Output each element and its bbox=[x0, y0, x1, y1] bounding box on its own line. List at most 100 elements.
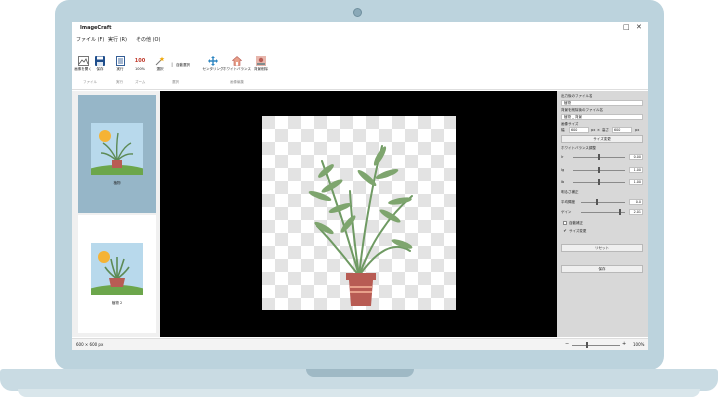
menu-other[interactable]: その他 (O) bbox=[136, 36, 160, 43]
width-label: 幅 bbox=[561, 128, 565, 132]
image-size-status: 600 × 600 px bbox=[76, 342, 104, 347]
auto-select-label: 自動選択 bbox=[176, 63, 190, 67]
average-slider-thumb[interactable] bbox=[596, 199, 598, 205]
red-slider-thumb[interactable] bbox=[598, 154, 600, 160]
green-label: Ig bbox=[561, 168, 565, 172]
centering-label: センタリング bbox=[202, 67, 224, 71]
output-filename-label: 出力後のファイル名 bbox=[561, 94, 593, 98]
background-remove-button[interactable]: 背景削除 bbox=[252, 56, 270, 72]
red-value[interactable]: 0.00 bbox=[629, 154, 643, 160]
blue-label: Ib bbox=[561, 180, 565, 184]
app-window: ImageCraft □ ✕ ファイル (F) 実行 (R) その他 (O) 画… bbox=[72, 22, 648, 350]
settings-panel: 出力後のファイル名 植物 背景を削除後のファイル名 植物 _ 背景 画像サイズ … bbox=[557, 91, 648, 337]
green-slider-thumb[interactable] bbox=[598, 167, 600, 173]
webcam bbox=[353, 8, 362, 17]
save-settings-button[interactable]: 保存 bbox=[561, 265, 643, 273]
menu-bar: ファイル (F) 実行 (R) その他 (O) bbox=[72, 35, 648, 44]
document-icon bbox=[115, 56, 125, 66]
green-slider-row: Ig 1.00 bbox=[561, 167, 643, 173]
width-input[interactable]: 600 bbox=[569, 127, 589, 133]
thumbnail-name: 植物 bbox=[113, 181, 121, 185]
maximize-button[interactable]: □ bbox=[623, 24, 630, 31]
plant-thumbnail-icon bbox=[91, 251, 143, 295]
thumbnail-panel: 植物 植物 2 bbox=[72, 91, 160, 337]
zoom-100-label: 100% bbox=[134, 67, 145, 71]
average-value[interactable]: 0.0 bbox=[629, 199, 643, 205]
menu-run[interactable]: 実行 (R) bbox=[108, 36, 127, 43]
run-label: 実行 bbox=[116, 67, 124, 71]
auto-adjust-checkbox[interactable]: 自動補正 bbox=[563, 221, 583, 226]
open-image-label: 画像を開く bbox=[74, 67, 92, 71]
auto-select-row: | 自動選択 bbox=[170, 63, 194, 68]
gain-label: ゲイン bbox=[561, 210, 572, 214]
select-label: 選択 bbox=[156, 67, 164, 71]
run-button[interactable]: 実行 bbox=[114, 56, 126, 72]
group-label-zoom: ズーム bbox=[135, 80, 146, 84]
centering-button[interactable]: センタリング bbox=[202, 56, 224, 72]
image-canvas[interactable] bbox=[160, 91, 557, 337]
resize-button[interactable]: サイズ変更 bbox=[561, 135, 643, 143]
open-image-button[interactable]: 画像を開く bbox=[74, 56, 92, 72]
save-button[interactable]: 保存 bbox=[94, 56, 106, 72]
average-label: 平均輝度 bbox=[561, 200, 575, 204]
width-unit: px bbox=[591, 128, 596, 132]
select-button[interactable]: 選択 bbox=[154, 56, 166, 72]
resize-checkbox[interactable]: ✔ サイズ変更 bbox=[563, 229, 586, 234]
app-title: ImageCraft bbox=[80, 25, 112, 31]
size-times: × bbox=[597, 128, 600, 132]
bg-filename-input[interactable]: 植物 _ 背景 bbox=[561, 114, 643, 120]
group-label-edit: 画像編集 bbox=[230, 80, 244, 84]
height-label: 高さ bbox=[602, 128, 609, 132]
tone-label: 明るさ補正 bbox=[561, 190, 579, 194]
resize-check-label: サイズ変更 bbox=[569, 229, 587, 233]
average-slider-row: 平均輝度 0.0 bbox=[561, 199, 643, 205]
blue-slider-thumb[interactable] bbox=[598, 179, 600, 185]
auto-adjust-box[interactable] bbox=[563, 221, 567, 225]
ribbon-toolbar: 画像を開く 保存 実行 100 100% 選択 | 自動選択 センタリング ホワ… bbox=[72, 46, 648, 90]
output-filename-input[interactable]: 植物 bbox=[561, 100, 643, 106]
average-track[interactable] bbox=[581, 202, 625, 203]
blue-value[interactable]: 1.00 bbox=[629, 179, 643, 185]
background-remove-label: 背景削除 bbox=[254, 67, 268, 71]
close-button[interactable]: ✕ bbox=[636, 24, 642, 31]
zoom-value: 100% bbox=[633, 342, 645, 347]
plant-thumbnail-icon bbox=[91, 130, 143, 175]
bg-filename-label: 背景を削除後のファイル名 bbox=[561, 108, 603, 112]
zoom-100-button[interactable]: 100 100% bbox=[134, 56, 146, 71]
gain-slider-row: ゲイン 2.01 bbox=[561, 209, 643, 215]
save-label: 保存 bbox=[96, 67, 104, 71]
reset-button[interactable]: リセット bbox=[561, 244, 643, 252]
zoom-in-button[interactable]: + bbox=[622, 341, 626, 347]
check-icon[interactable]: ✔ bbox=[563, 229, 567, 233]
thumbnail-image bbox=[91, 243, 143, 295]
white-balance-label: ホワイトバランス bbox=[223, 67, 251, 71]
auto-select-checkbox[interactable]: | 自動選択 bbox=[170, 62, 194, 68]
gain-value[interactable]: 2.01 bbox=[629, 209, 643, 215]
thumbnail-item[interactable]: 植物 bbox=[78, 95, 156, 213]
laptop-base-edge bbox=[18, 389, 700, 397]
height-unit: px bbox=[635, 128, 640, 132]
green-value[interactable]: 1.00 bbox=[629, 167, 643, 173]
house-balance-icon bbox=[232, 56, 242, 66]
zoom-slider-thumb[interactable] bbox=[586, 342, 588, 348]
auto-select-box: | bbox=[171, 62, 173, 67]
group-label-run: 実行 bbox=[116, 80, 123, 84]
auto-adjust-label: 自動補正 bbox=[569, 221, 583, 225]
title-bar: ImageCraft □ ✕ bbox=[72, 22, 648, 34]
zoom-100-icon: 100 bbox=[134, 58, 146, 64]
laptop-notch bbox=[306, 369, 414, 377]
move-arrows-icon bbox=[208, 56, 218, 66]
zoom-out-button[interactable]: − bbox=[565, 341, 569, 347]
group-label-file: ファイル bbox=[83, 80, 97, 84]
group-label-select: 選択 bbox=[172, 80, 179, 84]
thumbnail-image bbox=[91, 123, 143, 175]
image-edit-icon bbox=[256, 56, 266, 66]
gain-slider-thumb[interactable] bbox=[619, 209, 621, 215]
height-input[interactable]: 600 bbox=[612, 127, 632, 133]
white-balance-button[interactable]: ホワイトバランス bbox=[223, 56, 251, 72]
floppy-disk-icon bbox=[95, 56, 105, 66]
red-label: Ir bbox=[561, 155, 564, 159]
menu-file[interactable]: ファイル (F) bbox=[76, 36, 104, 43]
thumbnail-item[interactable]: 植物 2 bbox=[78, 215, 156, 333]
zoom-slider-track[interactable] bbox=[572, 345, 620, 346]
